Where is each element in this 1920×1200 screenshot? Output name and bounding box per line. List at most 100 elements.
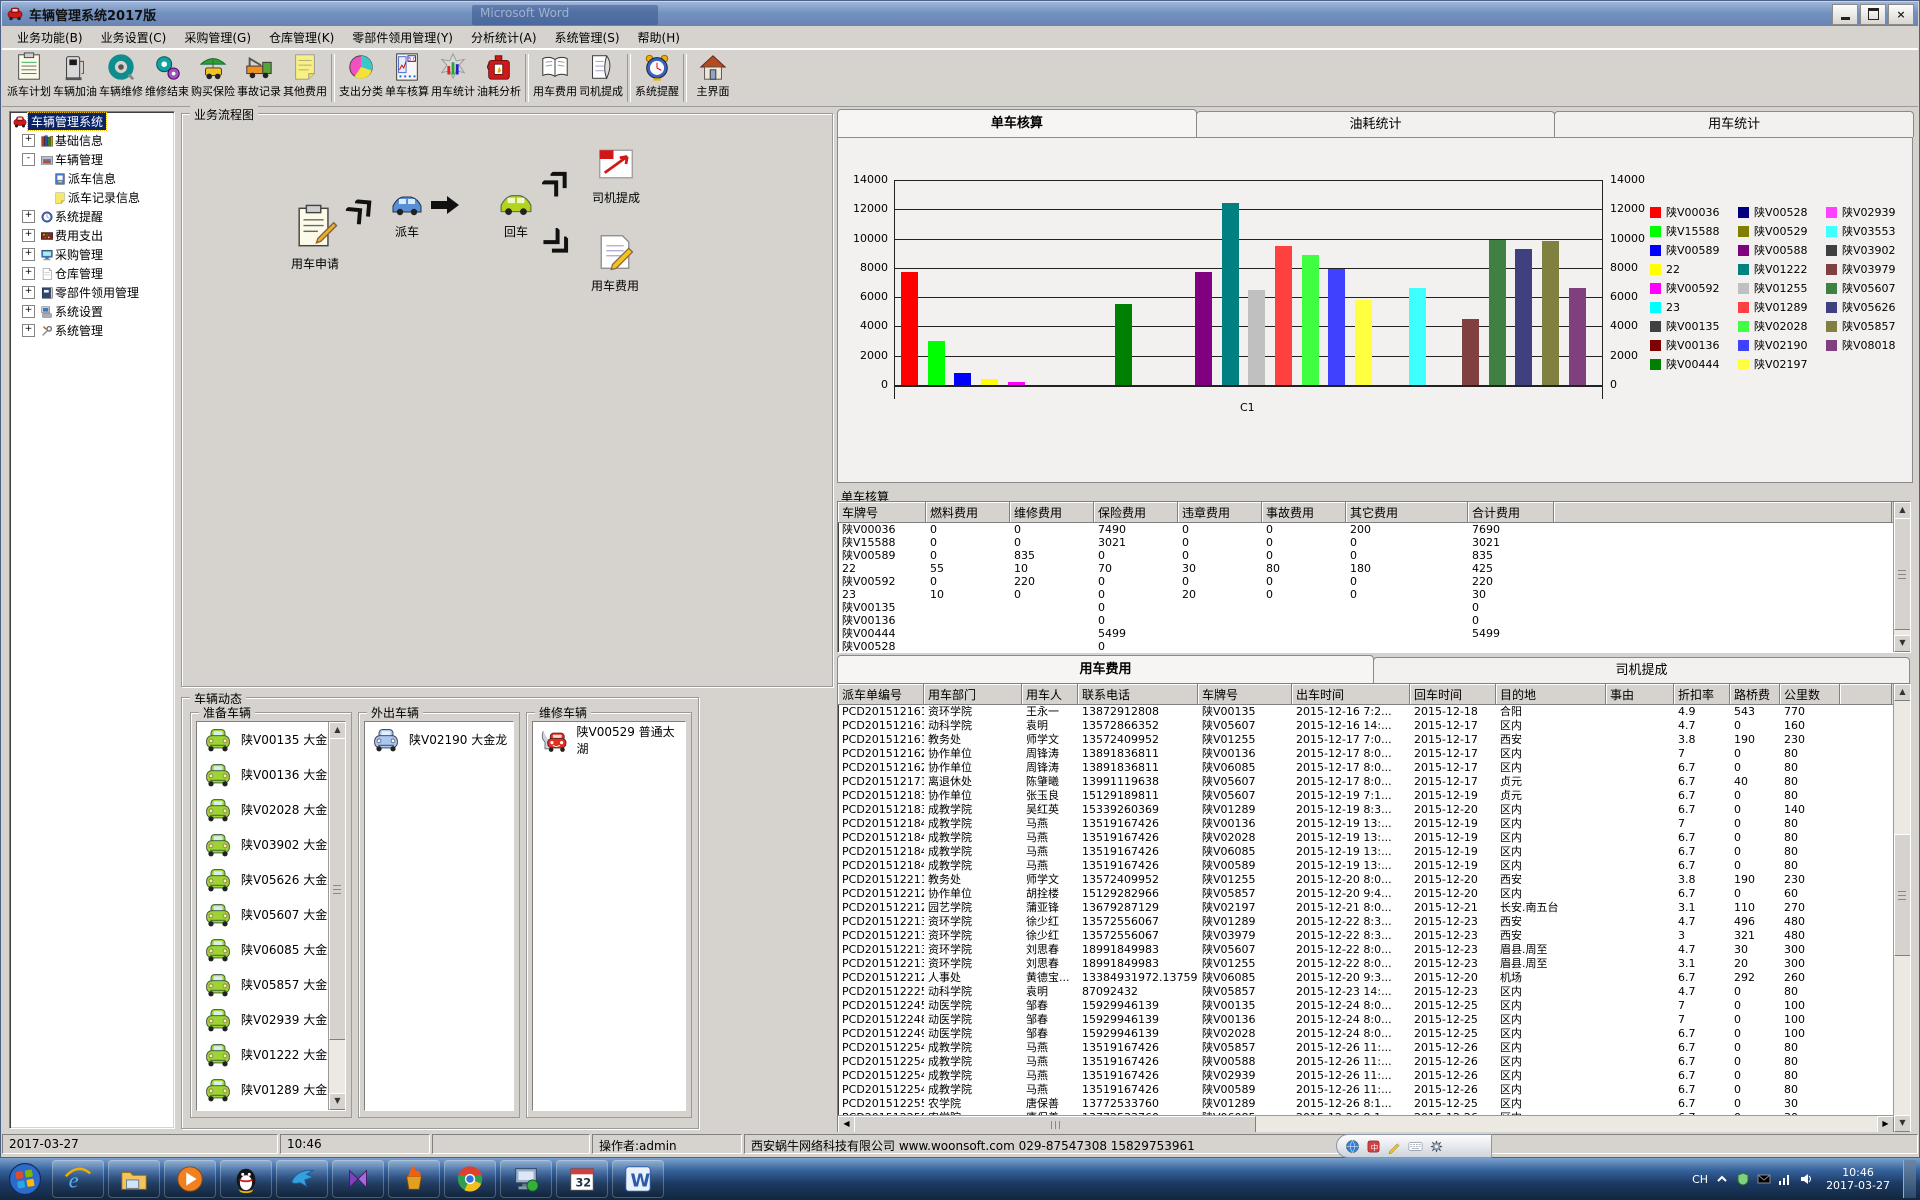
expand-toggle-icon[interactable]: + — [22, 286, 35, 299]
expense-category-button[interactable]: 支出分类 — [338, 52, 384, 104]
list-item[interactable]: 陕V05857 大金龙 — [197, 967, 345, 1002]
flow-node-return-car[interactable]: 回车 — [477, 184, 555, 240]
show-desktop-button[interactable] — [1903, 1160, 1916, 1198]
column-header[interactable]: 折扣率 — [1674, 684, 1730, 704]
expand-toggle-icon[interactable]: - — [22, 153, 35, 166]
vehicle-refuel-button[interactable]: 车辆加油 — [52, 52, 98, 104]
scroll-down-icon[interactable]: ▼ — [1894, 1115, 1911, 1132]
list-item[interactable]: 陕V01222 大金龙 — [197, 1037, 345, 1072]
detail-tab-1[interactable]: 司机提成 — [1373, 657, 1910, 683]
vehicle-accounting-button[interactable]: 5.0单车核算 — [384, 52, 430, 104]
sidebar-item-vehicle-management[interactable]: -车辆管理 — [10, 150, 174, 169]
ime-toolbar[interactable]: 中 — [1336, 1134, 1492, 1158]
table-row[interactable]: 231000200030 — [838, 588, 1910, 601]
column-header[interactable]: 路桥费 — [1730, 684, 1780, 704]
scroll-left-icon[interactable]: ◀ — [838, 1116, 855, 1133]
table-row[interactable]: PCD201512213...资环学院刘思春18991849983陕V05607… — [838, 943, 1910, 957]
menu-item-warehouse-management[interactable]: 仓库管理(K) — [260, 27, 343, 48]
sidebar-item-warehouse-management[interactable]: +仓库管理 — [10, 264, 174, 283]
usage-statistics-button[interactable]: 用车统计 — [430, 52, 476, 104]
ime-keyboard-icon[interactable] — [1408, 1139, 1423, 1154]
list-item[interactable]: 陕V02190 大金龙 — [365, 722, 513, 757]
column-header[interactable]: 事故费用 — [1262, 502, 1346, 522]
word-button[interactable]: W — [612, 1160, 664, 1198]
scroll-thumb[interactable] — [1894, 834, 1911, 956]
table-row[interactable]: PCD201512212...协作单位胡拴楼15129282966陕V05857… — [838, 887, 1910, 901]
table-row[interactable]: PCD201512213...资环学院徐少红13572556067陕V03979… — [838, 929, 1910, 943]
other-fee-button[interactable]: 其他费用 — [282, 52, 328, 104]
scroll-up-icon[interactable]: ▲ — [329, 722, 346, 739]
column-header[interactable]: 用车人 — [1022, 684, 1078, 704]
column-header[interactable]: 合计费用 — [1468, 502, 1554, 522]
table-row[interactable]: 陕V0059202200000220 — [838, 575, 1910, 588]
expand-toggle-icon[interactable]: + — [22, 210, 35, 223]
table-row[interactable]: 陕V00036007490002007690 — [838, 523, 1910, 536]
column-header[interactable]: 用车部门 — [924, 684, 1022, 704]
expand-toggle-icon[interactable]: + — [22, 324, 35, 337]
table-row[interactable]: PCD201512162...协作单位周锋涛13891836811陕V00136… — [838, 747, 1910, 761]
tray-language-indicator[interactable]: CH — [1692, 1173, 1708, 1186]
scroll-thumb[interactable] — [329, 738, 346, 1040]
table-row[interactable]: PCD201512255...农学院唐保善13772533760陕V012892… — [838, 1097, 1910, 1111]
calendar-button[interactable]: 32 — [556, 1160, 608, 1198]
list-item[interactable]: 陕V02028 大金龙 — [197, 792, 345, 827]
internet-explorer-button[interactable]: e — [52, 1160, 104, 1198]
table-row[interactable]: 陕V0013600 — [838, 614, 1910, 627]
table-row[interactable]: PCD201512184...成教学院马燕13519167426陕V005892… — [838, 859, 1910, 873]
table-row[interactable]: PCD201512225...动科学院袁明87092432陕V058572015… — [838, 985, 1910, 999]
menu-item-system-management[interactable]: 系统管理(S) — [546, 27, 629, 48]
analysis-tab-1[interactable]: 油耗统计 — [1196, 111, 1556, 137]
ime-globe-icon[interactable] — [1345, 1139, 1360, 1154]
table-row[interactable]: PCD201512171...离退休处陈肇曦13991119638陕V05607… — [838, 775, 1910, 789]
table-row[interactable]: PCD201512213...资环学院徐少红13572556067陕V01289… — [838, 915, 1910, 929]
table-row[interactable]: PCD201512184...成教学院马燕13519167426陕V001362… — [838, 817, 1910, 831]
scroll-thumb[interactable] — [854, 1116, 1256, 1133]
expand-toggle-icon[interactable]: + — [22, 305, 35, 318]
remote-desktop-button[interactable] — [500, 1160, 552, 1198]
ime-pen-icon[interactable] — [1387, 1139, 1402, 1154]
menu-item-analysis-statistics[interactable]: 分析统计(A) — [462, 27, 546, 48]
scroll-down-icon[interactable]: ▼ — [1894, 635, 1911, 652]
menu-item-parts-requisition-management[interactable]: 零部件领用管理(Y) — [343, 27, 462, 48]
vehicle-repair-button[interactable]: 车辆维修 — [98, 52, 144, 104]
table-row[interactable]: PCD201512161...资环学院王永一13872912808陕V00135… — [838, 705, 1910, 719]
column-header[interactable]: 违章费用 — [1178, 502, 1262, 522]
scroll-up-icon[interactable]: ▲ — [1894, 684, 1911, 701]
table-row[interactable]: PCD201512254...成教学院马燕13519167426陕V029392… — [838, 1069, 1910, 1083]
file-explorer-button[interactable] — [108, 1160, 160, 1198]
table-row[interactable]: PCD201512183...协作单位张玉良15129189811陕V05607… — [838, 789, 1910, 803]
table-row[interactable]: 陕V0058908350000835 — [838, 549, 1910, 562]
close-button[interactable]: × — [1888, 4, 1914, 25]
qq-button[interactable] — [220, 1160, 272, 1198]
list-item[interactable]: 陕V06085 大金龙 — [197, 932, 345, 967]
menu-item-help[interactable]: 帮助(H) — [629, 27, 689, 48]
start-orb-button[interactable] — [2, 1160, 48, 1198]
column-header[interactable]: 联系电话 — [1078, 684, 1198, 704]
title-bar[interactable]: 车辆管理系统2017版 Microsoft Word × — [2, 2, 1918, 26]
scroll-right-icon[interactable]: ▶ — [1877, 1116, 1894, 1133]
table-row[interactable]: 陕V0044454995499 — [838, 627, 1910, 640]
analysis-tab-2[interactable]: 用车统计 — [1554, 111, 1914, 137]
expand-toggle-icon[interactable]: + — [22, 267, 35, 280]
sidebar-item-system-management[interactable]: +系统管理 — [10, 321, 174, 340]
system-reminder-button[interactable]: 系统提醒 — [634, 52, 680, 104]
table-row[interactable]: PCD201512254...成教学院马燕13519167426陕V005892… — [838, 1083, 1910, 1097]
minimize-button[interactable] — [1832, 4, 1858, 25]
expand-toggle-icon[interactable]: + — [22, 248, 35, 261]
sidebar-item-root[interactable]: 车辆管理系统 — [10, 112, 174, 131]
thunderbird-button[interactable] — [276, 1160, 328, 1198]
dispatch-plan-button[interactable]: 派车计划 — [6, 52, 52, 104]
fuel-analysis-button[interactable]: 油耗分析 — [476, 52, 522, 104]
column-header[interactable]: 车牌号 — [838, 502, 926, 522]
sidebar-item-system-settings[interactable]: +系统设置 — [10, 302, 174, 321]
table-row[interactable]: PCD201512254...成教学院马燕13519167426陕V005882… — [838, 1055, 1910, 1069]
tray-volume-icon[interactable] — [1799, 1172, 1813, 1186]
list-scrollbar[interactable]: ▲▼ — [328, 722, 345, 1110]
table-row[interactable]: PCD201512162...协作单位周锋涛13891836811陕V06085… — [838, 761, 1910, 775]
column-header[interactable]: 出车时间 — [1292, 684, 1410, 704]
column-header[interactable]: 派车单编号 — [838, 684, 924, 704]
table-row[interactable]: PCD20151224546动医学院邹春15929946139陕V0013520… — [838, 999, 1910, 1013]
table-row[interactable]: PCD20151224951动医学院邹春15929946139陕V0202820… — [838, 1027, 1910, 1041]
column-header[interactable]: 燃料费用 — [926, 502, 1010, 522]
column-header[interactable]: 目的地 — [1496, 684, 1606, 704]
